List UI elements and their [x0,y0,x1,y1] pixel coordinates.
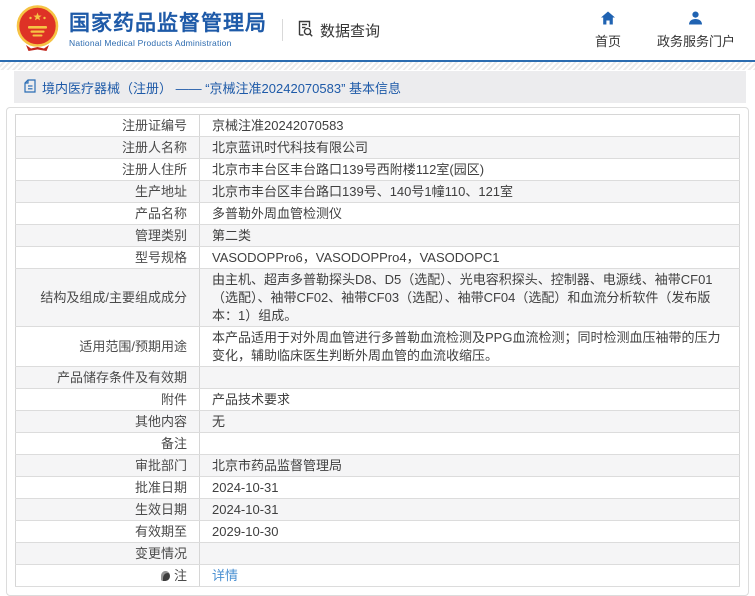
field-value: 产品技术要求 [199,388,740,411]
field-label: 注册人名称 [15,136,200,159]
home-icon [600,11,616,28]
field-value: 本产品适用于对外周血管进行多普勒血流检测及PPG血流检测；同时检测血压袖带的压力… [199,326,740,367]
nav-portal[interactable]: 政务服务门户 [657,11,735,50]
table-row: 有效期至 2029-10-30 [15,520,740,543]
field-label: 变更情况 [15,542,200,565]
document-icon [24,78,36,96]
field-label: 其他内容 [15,410,200,433]
field-value: 2024-10-31 [199,476,740,499]
field-label: 有效期至 [15,520,200,543]
field-value [199,542,740,565]
table-row: 适用范围/预期用途 本产品适用于对外周血管进行多普勒血流检测及PPG血流检测；同时… [15,326,740,367]
table-row: 管理类别 第二类 [15,224,740,247]
note-balloon-icon [160,570,170,581]
field-value: 无 [199,410,740,433]
table-row: 注册人名称 北京蓝讯时代科技有限公司 [15,136,740,159]
breadcrumb: 境内医疗器械（注册） —— “京械注准20242070583” 基本信息 [14,71,746,103]
table-row: 生效日期 2024-10-31 [15,498,740,521]
field-label: 备注 [15,432,200,455]
field-label: 产品储存条件及有效期 [15,366,200,389]
field-value: 2024-10-31 [199,498,740,521]
field-label: 适用范围/预期用途 [15,326,200,367]
field-label: 附件 [15,388,200,411]
table-row: 注册证编号 京械注准20242070583 [15,114,740,137]
table-row: 批准日期 2024-10-31 [15,476,740,499]
table-row: 审批部门 北京市药品监督管理局 [15,454,740,477]
field-label: 审批部门 [15,454,200,477]
field-value: 由主机、超声多普勒探头D8、D5（选配）、光电容积探头、控制器、电源线、袖带CF… [199,268,740,327]
field-value [199,366,740,389]
field-value: 京械注准20242070583 [199,114,740,137]
table-row: 结构及组成/主要组成成分 由主机、超声多普勒探头D8、D5（选配）、光电容积探头、… [15,268,740,327]
table-row: 生产地址 北京市丰台区丰台路口139号、140号1幢110、121室 [15,180,740,203]
breadcrumb-text: 境内医疗器械（注册） —— “京械注准20242070583” 基本信息 [42,80,402,96]
field-label: 注 [15,564,200,587]
field-value: 北京蓝讯时代科技有限公司 [199,136,740,159]
field-label: 产品名称 [15,202,200,225]
field-label: 型号规格 [15,246,200,269]
person-icon [688,11,703,28]
field-label: 注册证编号 [15,114,200,137]
field-value: 北京市药品监督管理局 [199,454,740,477]
table-row: 注详情 [15,564,740,587]
table-row: 附件 产品技术要求 [15,388,740,411]
info-table-body: 注册证编号 京械注准20242070583 注册人名称 北京蓝讯时代科技有限公司 注册人… [15,114,740,587]
field-label: 注册人住所 [15,158,200,181]
table-row: 变更情况 [15,542,740,565]
header-divider [282,19,283,41]
national-emblem-icon [14,4,61,57]
field-value: 详情 [199,564,740,587]
org-name-en: National Medical Products Administration [69,38,232,48]
nav-data-query[interactable]: 数据查询 [296,19,380,42]
field-label: 生效日期 [15,498,200,521]
table-row: 型号规格 VASODOPPro6，VASODOPPro4，VASODOPC1 [15,246,740,269]
data-query-label: 数据查询 [320,22,381,40]
field-value: 北京市丰台区丰台路口139号、140号1幢110、121室 [199,180,740,203]
data-query-icon [296,19,315,42]
field-label: 管理类别 [15,224,200,247]
field-value: 2029-10-30 [199,520,740,543]
nav-home[interactable]: 首页 [595,11,621,50]
info-table: 注册证编号 京械注准20242070583 注册人名称 北京蓝讯时代科技有限公司 注册人… [15,114,740,587]
nav-home-label: 首页 [594,33,621,49]
nav-portal-label: 政务服务门户 [656,33,735,49]
site-header: 国家药品监督管理局 National Medical Products Admi… [0,0,755,62]
table-row: 注册人住所 北京市丰台区丰台路口139号西附楼112室(园区) [15,158,740,181]
org-name-cn: 国家药品监督管理局 [69,12,267,35]
table-row: 备注 [15,432,740,455]
field-label: 生产地址 [15,180,200,203]
site-logo[interactable]: 国家药品监督管理局 National Medical Products Admi… [14,4,267,57]
table-row: 其他内容无 [15,410,740,433]
field-label: 结构及组成/主要组成成分 [15,268,200,327]
header-right-nav: 首页 政务服务门户 [595,11,741,50]
field-value: 第二类 [199,224,740,247]
field-value: 北京市丰台区丰台路口139号西附楼112室(园区) [199,158,740,181]
field-value [199,432,740,455]
table-row: 产品名称 多普勒外周血管检测仪 [15,202,740,225]
field-value: 多普勒外周血管检测仪 [199,202,740,225]
table-row: 产品储存条件及有效期 [15,366,740,389]
field-value: VASODOPPro6，VASODOPPro4，VASODOPC1 [199,246,740,269]
decorative-hatch-band [0,62,755,70]
info-card: 注册证编号 京械注准20242070583 注册人名称 北京蓝讯时代科技有限公司 注册人… [6,107,749,596]
field-label: 批准日期 [15,476,200,499]
